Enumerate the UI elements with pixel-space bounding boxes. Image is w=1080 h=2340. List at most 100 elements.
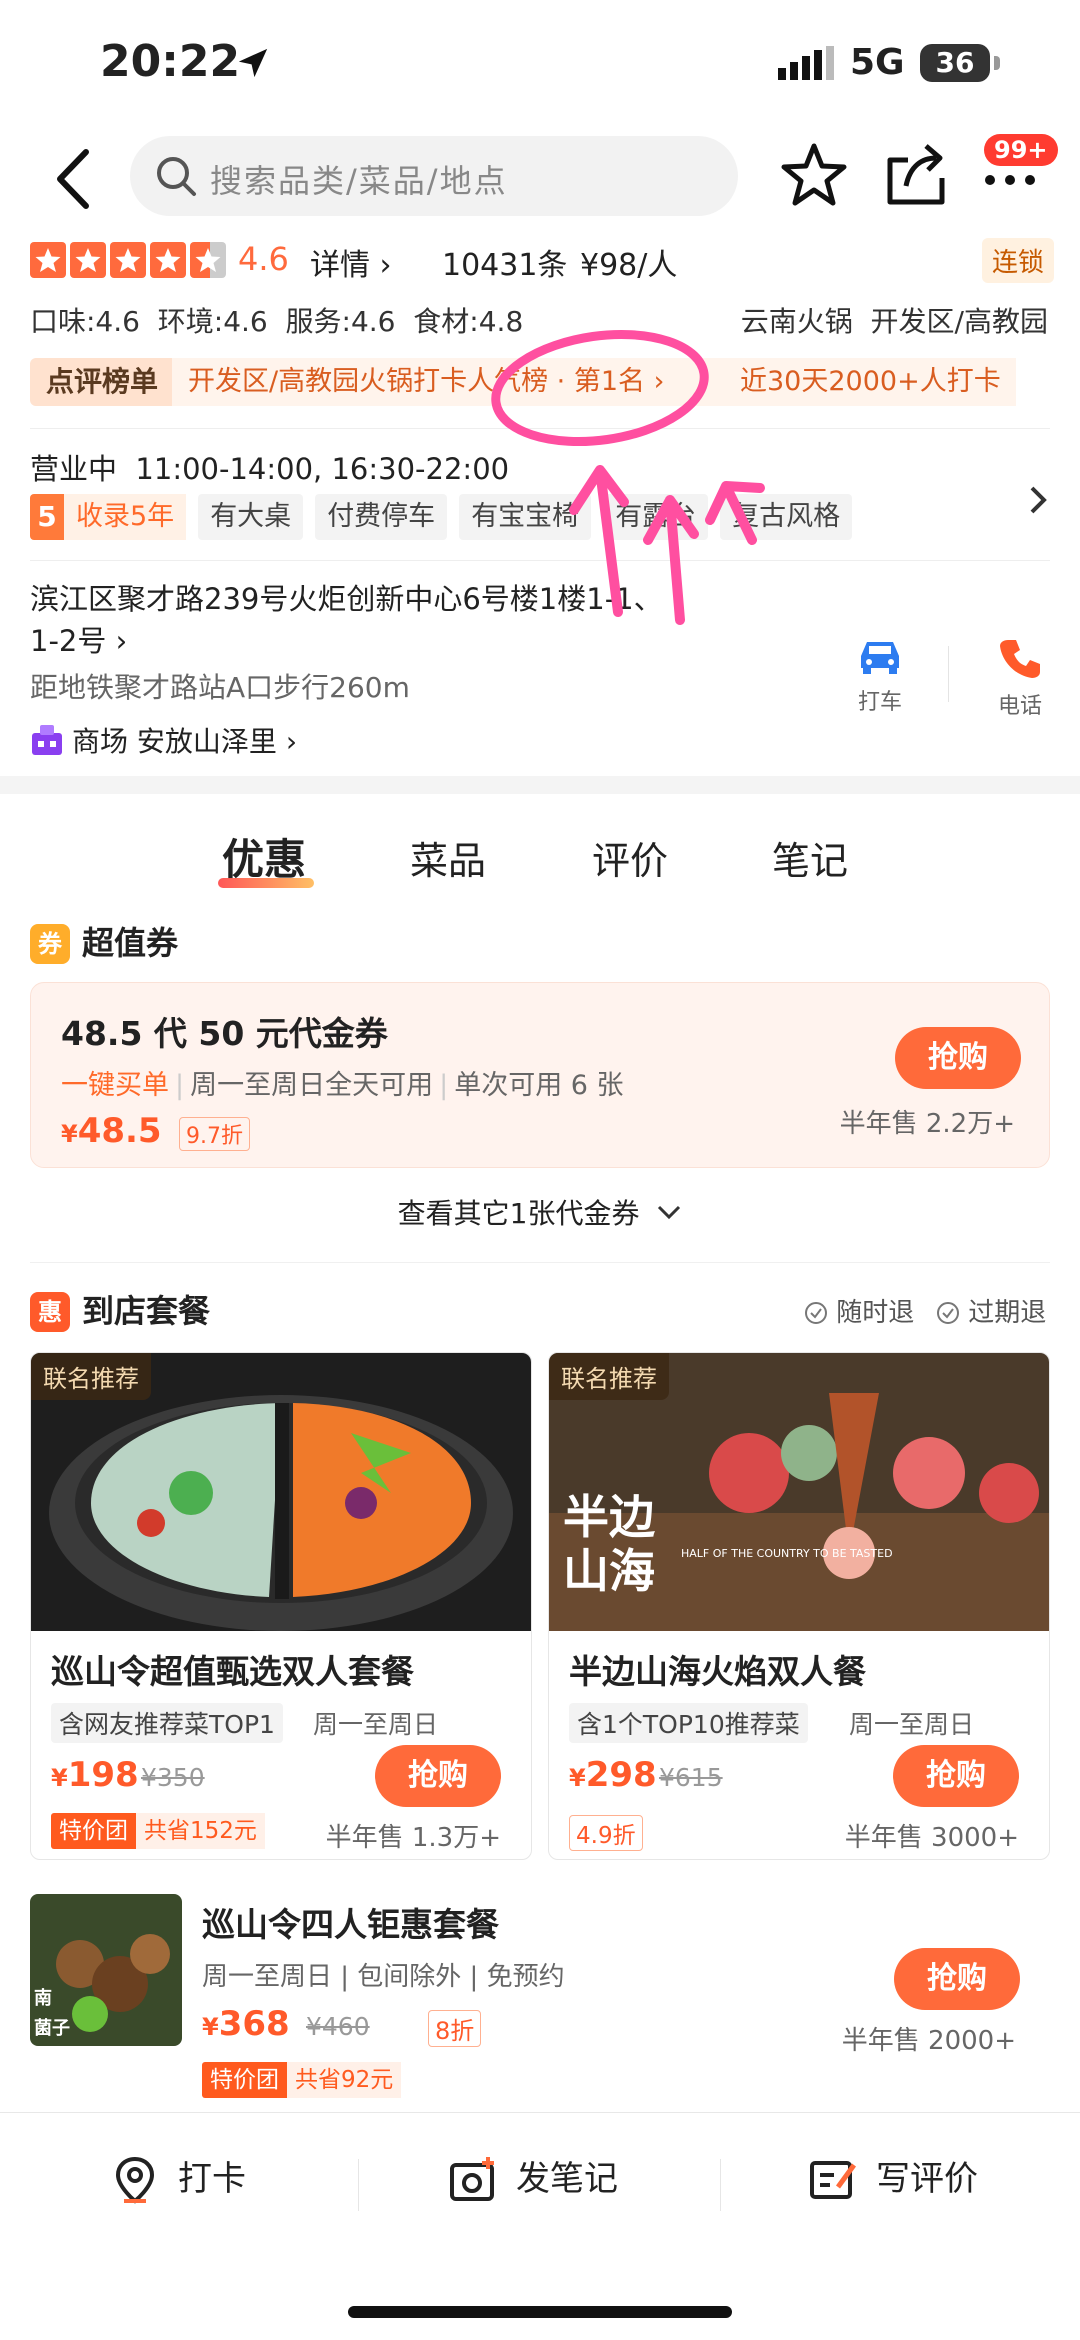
tab-notes[interactable]: 笔记 bbox=[772, 830, 848, 885]
edit-review-icon bbox=[810, 2161, 857, 2199]
tag-item: 复古风格 bbox=[720, 494, 853, 540]
savings-tag: 共省152元 bbox=[136, 1813, 265, 1849]
original-price: ¥460 bbox=[306, 2012, 370, 2041]
package-sold: 半年售 1.3万+ bbox=[325, 1823, 501, 1853]
refund-expired: 过期退 bbox=[936, 1292, 1046, 1329]
phone-label: 电话 bbox=[997, 694, 1042, 719]
address-text: 滨江区聚才路239号火炬创新中心6号楼1楼1-1、1-2号 bbox=[30, 582, 663, 658]
package-icon: 惠 bbox=[30, 1292, 70, 1332]
currency: ¥ bbox=[202, 2013, 219, 2041]
ranking-checkins: 近30天2000+人打卡 bbox=[740, 366, 1001, 397]
tab-reviews[interactable]: 评价 bbox=[592, 830, 668, 885]
camera-icon bbox=[450, 2157, 494, 2201]
post-note-button[interactable]: 发笔记 bbox=[448, 2149, 618, 2209]
feature-tags[interactable]: 5 收录5年 有大桌 付费停车 有宝宝椅 有露台 复古风格 bbox=[30, 494, 1030, 542]
top-nav: 搜索品类/菜品/地点 99+ bbox=[0, 130, 1080, 230]
package-buy-button[interactable]: 抢购 bbox=[894, 1948, 1020, 2010]
coupon-icon: 券 bbox=[30, 924, 70, 964]
package-card[interactable]: 联名推荐 巡山令超值甄选双人套餐 含网友推荐菜TOP1 周一至周日 ¥198 ¥… bbox=[30, 1352, 532, 1860]
package-title: 巡山令四人钜惠套餐 bbox=[202, 1905, 499, 1944]
price-value: 198 bbox=[67, 1755, 139, 1795]
refund-expired-label: 过期退 bbox=[968, 1298, 1047, 1328]
special-tag: 特价团 bbox=[51, 1813, 136, 1849]
package-title: 半边山海火焰双人餐 bbox=[569, 1652, 866, 1691]
more-coupons-label: 查看其它1张代金券 bbox=[397, 1197, 640, 1230]
phone-button[interactable]: 电话 bbox=[990, 636, 1050, 720]
tab-dishes[interactable]: 菜品 bbox=[410, 830, 486, 885]
back-arrow-icon[interactable] bbox=[48, 146, 98, 212]
check-circle-icon bbox=[805, 1302, 827, 1324]
package-chip: 含1个TOP10推荐菜 bbox=[569, 1703, 808, 1743]
special-tag: 特价团 bbox=[202, 2062, 287, 2098]
image-text-big2: 山海 bbox=[563, 1544, 655, 1598]
more-coupons-link[interactable]: 查看其它1张代金券 bbox=[0, 1192, 1080, 1232]
currency: ¥ bbox=[569, 1764, 586, 1792]
savings-tag: 共省92元 bbox=[287, 2062, 402, 2098]
package-chip: 含网友推荐菜TOP1 bbox=[51, 1703, 283, 1743]
refund-anytime: 随时退 bbox=[804, 1292, 914, 1329]
currency: ¥ bbox=[51, 1764, 68, 1792]
sub-scores-row: 口味:4.6 环境:4.6 服务:4.6 食材:4.8 云南火锅 开发区/高教园 bbox=[30, 300, 1060, 340]
coupon-section-title: 券超值券 bbox=[30, 918, 178, 964]
package-card[interactable]: 半边 山海 HALF OF THE COUNTRY TO BE TASTED 联… bbox=[548, 1352, 1050, 1860]
mall-name: 安放山泽里 bbox=[136, 725, 277, 758]
more-dots-icon[interactable] bbox=[980, 160, 1040, 200]
half-star-icon bbox=[190, 242, 226, 278]
mushroom-thumbnail: 南 菌子 bbox=[30, 1894, 182, 2046]
mall-link[interactable]: 商场 安放山泽里 › bbox=[30, 720, 297, 760]
search-bar[interactable]: 搜索品类/菜品/地点 bbox=[130, 136, 738, 216]
currency: ¥ bbox=[61, 1120, 78, 1148]
rating-score: 4.6 bbox=[238, 240, 289, 278]
check-circle-icon bbox=[937, 1302, 959, 1324]
mall-icon bbox=[32, 725, 62, 755]
mall-label: 商场 bbox=[72, 725, 129, 758]
package-sold: 半年售 2000+ bbox=[841, 2026, 1016, 2056]
coupon-name: 48.5 代 50 元代金券 bbox=[61, 1014, 388, 1053]
svg-text:南: 南 bbox=[34, 1987, 52, 2009]
divider bbox=[30, 428, 1050, 429]
chevron-right-icon[interactable] bbox=[1026, 482, 1050, 518]
post-note-label: 发笔记 bbox=[516, 2159, 618, 2199]
chain-badge: 连锁 bbox=[982, 238, 1055, 283]
write-review-button[interactable]: 写评价 bbox=[808, 2149, 978, 2209]
share-icon[interactable] bbox=[884, 140, 948, 208]
rating-row: 4.6 详情 › 10431条 ¥98/人 连锁 bbox=[30, 238, 1060, 284]
divider bbox=[358, 2159, 359, 2211]
package-price: ¥368 bbox=[202, 2004, 290, 2044]
coupon-buy-button[interactable]: 抢购 bbox=[895, 1027, 1021, 1089]
taxi-button[interactable]: 打车 bbox=[850, 636, 910, 716]
special-price-tag: 特价团 共省152元 bbox=[51, 1813, 265, 1849]
coupon-highlight: 一键买单 bbox=[61, 1070, 169, 1101]
checkin-button[interactable]: 打卡 bbox=[110, 2149, 246, 2209]
coupon-discount: 9.7折 bbox=[179, 1117, 250, 1151]
price-value: 298 bbox=[585, 1755, 657, 1795]
recommend-tag: 联名推荐 bbox=[549, 1353, 669, 1400]
metro-distance: 距地铁聚才路站A口步行260m bbox=[30, 671, 410, 704]
star-icon bbox=[150, 242, 186, 278]
address[interactable]: 滨江区聚才路239号火炬创新中心6号楼1楼1-1、1-2号 › bbox=[30, 578, 690, 662]
package-list-item[interactable]: 南 菌子 巡山令四人钜惠套餐 周一至周日 | 包间除外 | 免预约 ¥368 ¥… bbox=[30, 1894, 1050, 2114]
price-value: 48.5 bbox=[77, 1111, 162, 1151]
checkin-label: 打卡 bbox=[178, 2159, 246, 2199]
package-sold: 半年售 3000+ bbox=[844, 1823, 1019, 1853]
detail-link-label: 详情 bbox=[310, 248, 370, 283]
package-buy-button[interactable]: 抢购 bbox=[375, 1745, 501, 1807]
coupon-card[interactable]: 48.5 代 50 元代金券 一键买单 | 周一至周日全天可用 | 单次可用 6 张 ¥… bbox=[30, 982, 1050, 1168]
favorite-star-icon[interactable] bbox=[780, 142, 848, 208]
chevron-down-icon bbox=[658, 1205, 681, 1220]
sub-scores: 口味:4.6 环境:4.6 服务:4.6 食材:4.8 bbox=[30, 305, 524, 338]
phone-icon bbox=[1000, 640, 1040, 678]
coupon-desc: 一键买单 | 周一至周日全天可用 | 单次可用 6 张 bbox=[61, 1070, 624, 1101]
package-price: ¥298 bbox=[569, 1755, 657, 1795]
package-section-title: 惠到店套餐 bbox=[30, 1286, 210, 1332]
ranking-banner[interactable]: 点评榜单 开发区/高教园火锅打卡人气榜 · 第1名 › 近30天2000+人打卡 bbox=[30, 358, 1016, 406]
recommend-tag: 联名推荐 bbox=[31, 1353, 151, 1400]
car-icon bbox=[861, 642, 899, 674]
package-buy-button[interactable]: 抢购 bbox=[893, 1745, 1019, 1807]
search-icon bbox=[157, 157, 196, 196]
detail-link[interactable]: 详情 › bbox=[310, 240, 392, 284]
package-title: 到店套餐 bbox=[82, 1292, 211, 1330]
signal-icon bbox=[778, 46, 834, 80]
refund-anytime-label: 随时退 bbox=[836, 1298, 915, 1328]
battery-tip bbox=[994, 56, 1000, 70]
